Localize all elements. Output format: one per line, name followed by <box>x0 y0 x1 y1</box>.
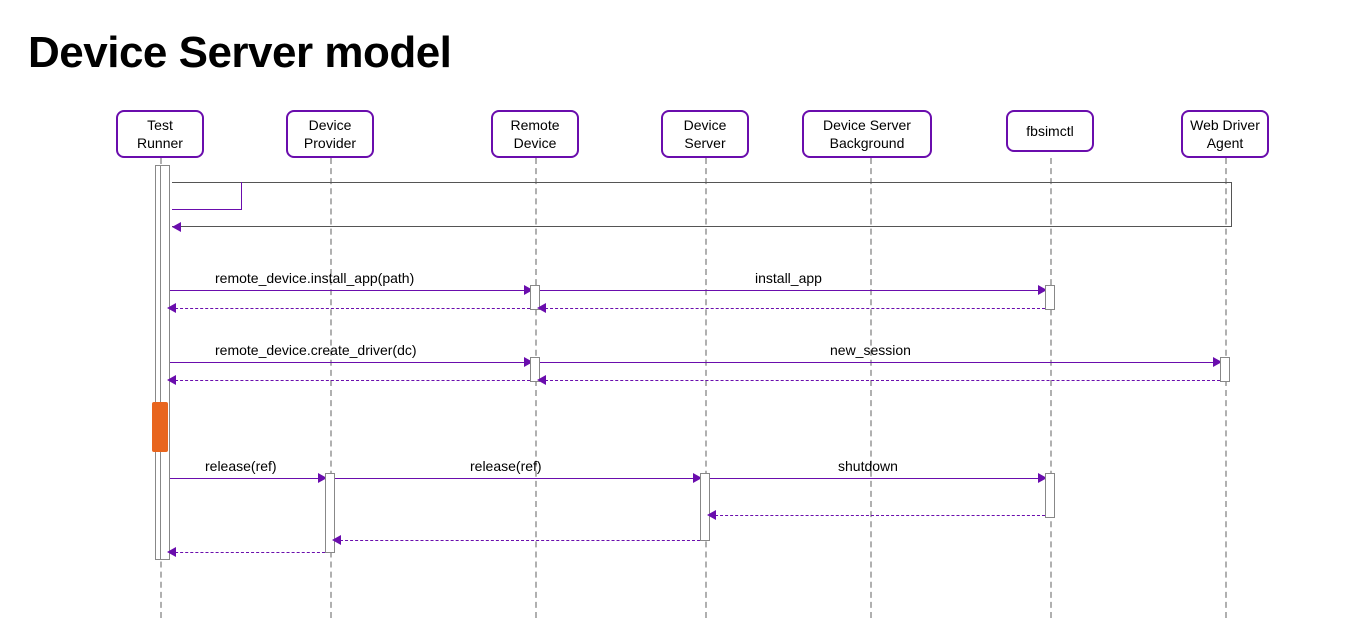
lifeline-remote-device <box>535 158 537 618</box>
arrow-head <box>332 535 341 545</box>
arrow-head <box>537 303 546 313</box>
return-device-provider <box>170 552 325 553</box>
activation-wda <box>1220 357 1230 382</box>
arrow-create-driver <box>170 362 530 363</box>
self-return-frame <box>172 182 1232 227</box>
participant-web-driver-agent: Web DriverAgent <box>1165 110 1285 158</box>
msg-shutdown: shutdown <box>838 458 898 474</box>
return-device-server <box>335 540 700 541</box>
msg-create-driver: remote_device.create_driver(dc) <box>215 342 417 358</box>
participant-device-provider: DeviceProvider <box>270 110 390 158</box>
arrow-head <box>537 375 546 385</box>
lifeline-device-server-bg <box>870 158 872 618</box>
return-remote-device-2 <box>170 380 530 381</box>
self-call-line <box>172 182 242 210</box>
diagram-title: Device Server model <box>0 0 1362 78</box>
arrow-head <box>167 375 176 385</box>
return-shutdown <box>710 515 1045 516</box>
self-return-arrow-head <box>172 222 181 232</box>
msg-new-session: new_session <box>830 342 911 358</box>
activation-orange-test-runner <box>152 402 168 452</box>
participant-box: DeviceServer <box>661 110 749 158</box>
participant-box: TestRunner <box>116 110 204 158</box>
arrow-head <box>167 547 176 557</box>
participant-device-server: DeviceServer <box>645 110 765 158</box>
arrow-new-session <box>540 362 1219 363</box>
msg-release-2: release(ref) <box>470 458 542 474</box>
arrow-shutdown <box>710 478 1044 479</box>
lifeline-fbsimctl <box>1050 158 1052 618</box>
lifeline-web-driver-agent <box>1225 158 1227 618</box>
arrow-release-1 <box>170 478 324 479</box>
arrow-install-app <box>540 290 1044 291</box>
participant-box: Device ServerBackground <box>802 110 932 158</box>
return-fbsimctl-1 <box>540 308 1045 309</box>
participant-box: DeviceProvider <box>286 110 374 158</box>
return-remote-device-1 <box>170 308 530 309</box>
participant-test-runner: TestRunner <box>100 110 220 158</box>
participant-fbsimctl: fbsimctl <box>990 110 1110 152</box>
sequence-diagram: TestRunner DeviceProvider RemoteDevice D… <box>0 110 1362 610</box>
activation-device-server <box>700 473 710 541</box>
arrow-release-2 <box>335 478 699 479</box>
arrow-install-app-call <box>170 290 530 291</box>
participant-box: fbsimctl <box>1006 110 1094 152</box>
activation-test-runner-2 <box>160 165 170 560</box>
participant-box: RemoteDevice <box>491 110 579 158</box>
msg-release-1: release(ref) <box>205 458 277 474</box>
arrow-head <box>707 510 716 520</box>
return-wda <box>540 380 1220 381</box>
participant-device-server-bg: Device ServerBackground <box>802 110 922 158</box>
participant-box: Web DriverAgent <box>1181 110 1269 158</box>
participant-remote-device: RemoteDevice <box>475 110 595 158</box>
arrow-head <box>167 303 176 313</box>
activation-fbsimctl-2 <box>1045 473 1055 518</box>
msg-install-app-call: remote_device.install_app(path) <box>215 270 414 286</box>
lifeline-device-server <box>705 158 707 618</box>
activation-fbsimctl-1 <box>1045 285 1055 310</box>
msg-install-app: install_app <box>755 270 822 286</box>
